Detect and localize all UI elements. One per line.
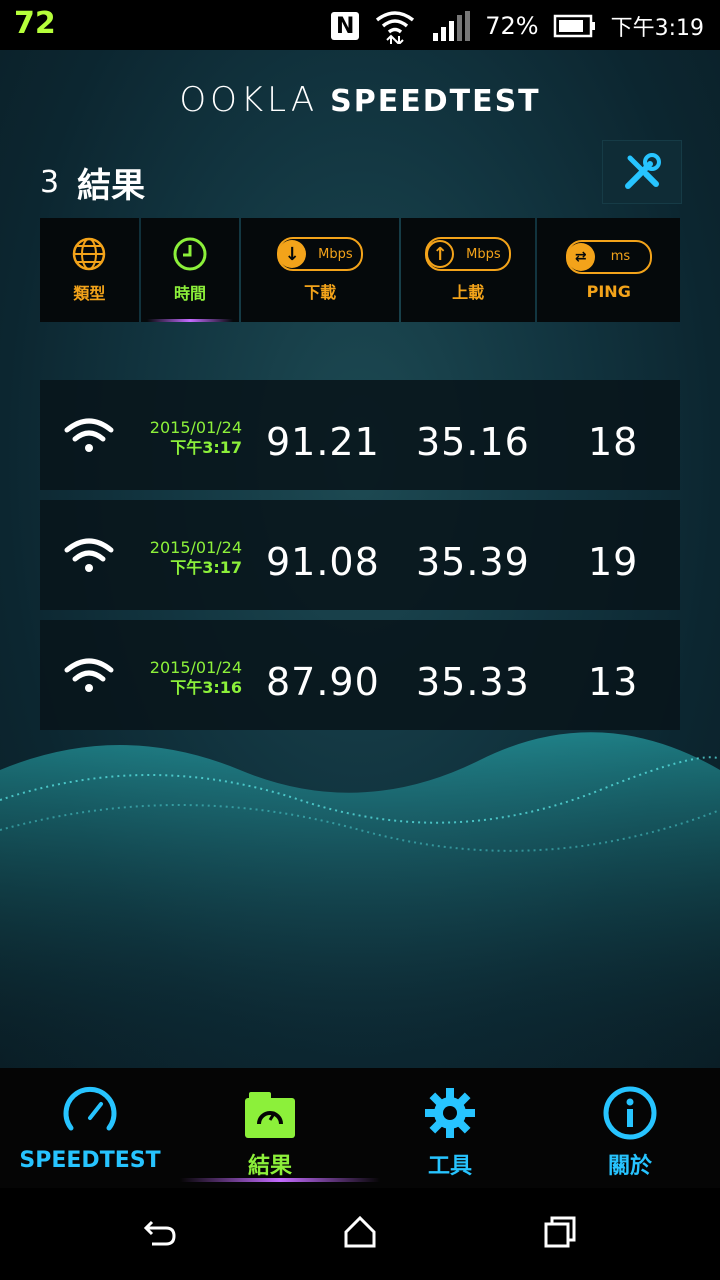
result-row[interactable]: 2015/01/24 下午3:17 91.21 35.16 18 xyxy=(40,380,680,490)
time-label: 時間 xyxy=(174,284,207,303)
app-logo: OOKLA SPEEDTEST xyxy=(0,80,720,120)
result-time: 下午3:17 xyxy=(170,558,242,577)
signal-icon xyxy=(433,11,471,41)
result-date: 2015/01/24 xyxy=(149,538,242,557)
sort-by-type[interactable]: 類型 xyxy=(40,218,139,322)
ping-arrows-icon: ⇄ xyxy=(566,242,595,271)
upload-arrow-icon: ↑ xyxy=(426,240,455,268)
nav-results-label: 結果 xyxy=(247,1154,292,1179)
tools-icon xyxy=(625,153,661,189)
nav-speedtest-label: SPEEDTEST xyxy=(19,1148,161,1173)
ping-value: 19 xyxy=(588,540,639,584)
sort-by-ping[interactable]: ⇄ ms PING xyxy=(537,218,680,322)
download-unit: Mbps xyxy=(318,246,353,262)
download-arrow-icon: ↓ xyxy=(278,240,307,268)
system-navigation-bar xyxy=(0,1188,720,1280)
result-datetime: 2015/01/24 下午3:17 xyxy=(138,418,242,458)
ping-value: 18 xyxy=(588,420,639,464)
upload-value: 35.39 xyxy=(416,540,530,584)
bottom-navigation: SPEEDTEST 結果 工具 關於 xyxy=(0,1068,720,1188)
download-pill: ↓ Mbps xyxy=(277,237,364,271)
sort-by-upload[interactable]: ↑ Mbps 上載 xyxy=(400,218,536,322)
result-datetime: 2015/01/24 下午3:16 xyxy=(138,658,242,698)
nav-about-label: 關於 xyxy=(607,1154,652,1179)
tools-button[interactable] xyxy=(602,140,682,204)
result-datetime: 2015/01/24 下午3:17 xyxy=(138,538,242,578)
download-value: 91.08 xyxy=(266,540,380,584)
ping-pill: ⇄ ms xyxy=(565,239,652,274)
results-title: 結果 xyxy=(77,166,146,206)
ping-unit: ms xyxy=(610,249,631,264)
result-time: 下午3:16 xyxy=(170,678,242,697)
wifi-icon xyxy=(64,418,114,452)
background-wave xyxy=(0,732,720,1068)
main-area: OOKLA SPEEDTEST 3 結果 類型 時間 ↓ Mbps 下載 ↑ M… xyxy=(0,50,720,1068)
recent-apps-icon[interactable] xyxy=(540,1212,580,1252)
speedometer-icon xyxy=(63,1086,117,1131)
download-label: 下載 xyxy=(304,283,337,302)
status-notification-number: 72 xyxy=(14,6,56,41)
globe-icon xyxy=(73,237,106,271)
active-tab-indicator xyxy=(180,1178,380,1182)
status-bar: 72 N 72% 下午3:19 xyxy=(0,0,720,50)
results-header: 3 結果 xyxy=(40,158,145,207)
clock-icon xyxy=(173,237,207,271)
nav-tools-label: 工具 xyxy=(427,1154,472,1179)
gear-icon xyxy=(425,1088,475,1138)
results-folder-icon xyxy=(245,1092,295,1138)
logo-speedtest: SPEEDTEST xyxy=(330,84,541,119)
upload-value: 35.16 xyxy=(416,420,530,464)
wifi-icon xyxy=(64,538,114,572)
type-label: 類型 xyxy=(73,284,106,303)
nav-about[interactable]: 關於 xyxy=(540,1084,720,1180)
results-table-header: 類型 時間 ↓ Mbps 下載 ↑ Mbps 上載 ⇄ ms PING xyxy=(40,218,680,322)
home-icon[interactable] xyxy=(340,1212,380,1252)
ping-value: 13 xyxy=(588,660,639,704)
result-row[interactable]: 2015/01/24 下午3:17 91.08 35.39 19 xyxy=(40,500,680,610)
upload-value: 35.33 xyxy=(416,660,530,704)
result-row[interactable]: 2015/01/24 下午3:16 87.90 35.33 13 xyxy=(40,620,680,730)
sort-by-time[interactable]: 時間 xyxy=(140,218,240,322)
result-time: 下午3:17 xyxy=(170,438,242,457)
nav-tools[interactable]: 工具 xyxy=(360,1084,540,1180)
wifi-icon xyxy=(64,658,114,692)
nav-speedtest[interactable]: SPEEDTEST xyxy=(0,1084,180,1173)
ping-label: PING xyxy=(586,281,631,301)
results-count: 3 xyxy=(40,165,60,200)
nav-results[interactable]: 結果 xyxy=(180,1084,360,1180)
upload-label: 上載 xyxy=(452,283,485,302)
battery-icon xyxy=(553,14,595,38)
back-icon[interactable] xyxy=(140,1212,180,1252)
sort-by-download[interactable]: ↓ Mbps 下載 xyxy=(241,218,399,322)
upload-pill: ↑ Mbps xyxy=(425,237,512,271)
status-icons: N 72% 下午3:19 xyxy=(331,8,704,44)
wifi-status-icon xyxy=(376,11,415,44)
upload-unit: Mbps xyxy=(466,246,501,262)
logo-ookla: OOKLA xyxy=(179,80,319,120)
clock: 下午3:19 xyxy=(610,16,704,41)
result-date: 2015/01/24 xyxy=(149,658,242,677)
result-date: 2015/01/24 xyxy=(149,418,242,437)
nfc-icon: N xyxy=(331,12,360,40)
download-value: 87.90 xyxy=(266,660,380,704)
download-value: 91.21 xyxy=(266,420,380,464)
info-icon xyxy=(603,1086,657,1140)
battery-percent: 72% xyxy=(485,12,539,40)
